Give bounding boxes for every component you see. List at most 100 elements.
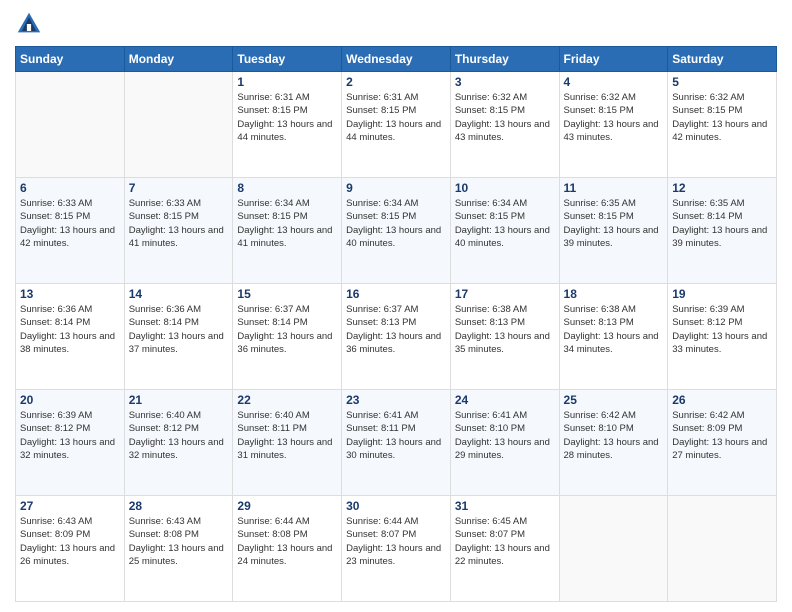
day-info: Sunrise: 6:41 AM Sunset: 8:10 PM Dayligh… [455,409,555,462]
day-number: 31 [455,499,555,513]
calendar-cell-1-0: 6 Sunrise: 6:33 AM Sunset: 8:15 PM Daylig… [16,178,125,284]
day-info: Sunrise: 6:37 AM Sunset: 8:14 PM Dayligh… [237,303,337,356]
calendar-cell-4-6 [668,496,777,602]
calendar-cell-3-5: 25Sunrise: 6:42 AM Sunset: 8:10 PM Dayli… [559,390,668,496]
calendar-cell-0-2: 1Sunrise: 6:31 AM Sunset: 8:15 PM Daylig… [233,72,342,178]
calendar-cell-3-4: 24Sunrise: 6:41 AM Sunset: 8:10 PM Dayli… [450,390,559,496]
calendar-cell-2-5: 18 Sunrise: 6:38 AM Sunset: 8:13 PM Dayli… [559,284,668,390]
calendar-cell-3-3: 23 Sunrise: 6:41 AM Sunset: 8:11 PM Dayli… [342,390,451,496]
calendar-week-1: 6 Sunrise: 6:33 AM Sunset: 8:15 PM Daylig… [16,178,777,284]
day-number: 30 [346,499,446,513]
calendar-cell-4-1: 28Sunrise: 6:43 AM Sunset: 8:08 PM Dayli… [124,496,233,602]
calendar-cell-1-5: 11 Sunrise: 6:35 AM Sunset: 8:15 PM Dayli… [559,178,668,284]
day-info: Sunrise: 6:36 AM Sunset: 8:14 PM Dayligh… [129,303,229,356]
calendar-cell-0-4: 3Sunrise: 6:32 AM Sunset: 8:15 PM Daylig… [450,72,559,178]
day-number: 20 [20,393,120,407]
calendar-cell-4-5 [559,496,668,602]
calendar-cell-3-0: 20 Sunrise: 6:39 AM Sunset: 8:12 PM Dayli… [16,390,125,496]
day-number: 13 [20,287,120,301]
day-number: 22 [237,393,337,407]
day-number: 5 [672,75,772,89]
calendar-cell-0-1 [124,72,233,178]
calendar-cell-4-2: 29Sunrise: 6:44 AM Sunset: 8:08 PM Dayli… [233,496,342,602]
calendar-cell-2-0: 13 Sunrise: 6:36 AM Sunset: 8:14 PM Dayli… [16,284,125,390]
calendar-cell-1-3: 9 Sunrise: 6:34 AM Sunset: 8:15 PM Daylig… [342,178,451,284]
day-info: Sunrise: 6:35 AM Sunset: 8:15 PM Dayligh… [564,197,664,250]
day-info: Sunrise: 6:33 AM Sunset: 8:15 PM Dayligh… [129,197,229,250]
day-info: Sunrise: 6:36 AM Sunset: 8:14 PM Dayligh… [20,303,120,356]
calendar-weekday-saturday: Saturday [668,47,777,72]
day-info: Sunrise: 6:39 AM Sunset: 8:12 PM Dayligh… [20,409,120,462]
calendar-table: SundayMondayTuesdayWednesdayThursdayFrid… [15,46,777,602]
logo [15,10,47,38]
calendar-cell-1-2: 8Sunrise: 6:34 AM Sunset: 8:15 PM Daylig… [233,178,342,284]
day-info: Sunrise: 6:40 AM Sunset: 8:11 PM Dayligh… [237,409,337,462]
day-info: Sunrise: 6:38 AM Sunset: 8:13 PM Dayligh… [455,303,555,356]
day-info: Sunrise: 6:45 AM Sunset: 8:07 PM Dayligh… [455,515,555,568]
calendar-cell-4-4: 31 Sunrise: 6:45 AM Sunset: 8:07 PM Dayli… [450,496,559,602]
calendar-cell-3-2: 22 Sunrise: 6:40 AM Sunset: 8:11 PM Dayli… [233,390,342,496]
calendar-cell-2-2: 15 Sunrise: 6:37 AM Sunset: 8:14 PM Dayli… [233,284,342,390]
calendar-week-4: 27 Sunrise: 6:43 AM Sunset: 8:09 PM Dayli… [16,496,777,602]
day-info: Sunrise: 6:31 AM Sunset: 8:15 PM Dayligh… [346,91,446,144]
day-number: 16 [346,287,446,301]
day-info: Sunrise: 6:43 AM Sunset: 8:09 PM Dayligh… [20,515,120,568]
header [15,10,777,38]
day-number: 25 [564,393,664,407]
calendar-header-row: SundayMondayTuesdayWednesdayThursdayFrid… [16,47,777,72]
calendar-cell-2-4: 17 Sunrise: 6:38 AM Sunset: 8:13 PM Dayli… [450,284,559,390]
logo-icon [15,10,43,38]
day-info: Sunrise: 6:31 AM Sunset: 8:15 PM Dayligh… [237,91,337,144]
day-number: 14 [129,287,229,301]
calendar-cell-4-3: 30 Sunrise: 6:44 AM Sunset: 8:07 PM Dayli… [342,496,451,602]
day-info: Sunrise: 6:39 AM Sunset: 8:12 PM Dayligh… [672,303,772,356]
day-info: Sunrise: 6:33 AM Sunset: 8:15 PM Dayligh… [20,197,120,250]
calendar-cell-0-5: 4Sunrise: 6:32 AM Sunset: 8:15 PM Daylig… [559,72,668,178]
day-info: Sunrise: 6:37 AM Sunset: 8:13 PM Dayligh… [346,303,446,356]
day-info: Sunrise: 6:32 AM Sunset: 8:15 PM Dayligh… [672,91,772,144]
calendar-weekday-monday: Monday [124,47,233,72]
day-info: Sunrise: 6:38 AM Sunset: 8:13 PM Dayligh… [564,303,664,356]
calendar-cell-3-6: 26Sunrise: 6:42 AM Sunset: 8:09 PM Dayli… [668,390,777,496]
calendar-weekday-friday: Friday [559,47,668,72]
calendar-week-2: 13 Sunrise: 6:36 AM Sunset: 8:14 PM Dayli… [16,284,777,390]
calendar-cell-2-3: 16 Sunrise: 6:37 AM Sunset: 8:13 PM Dayli… [342,284,451,390]
day-number: 8 [237,181,337,195]
calendar-cell-2-1: 14 Sunrise: 6:36 AM Sunset: 8:14 PM Dayli… [124,284,233,390]
calendar-cell-1-4: 10Sunrise: 6:34 AM Sunset: 8:15 PM Dayli… [450,178,559,284]
day-info: Sunrise: 6:42 AM Sunset: 8:09 PM Dayligh… [672,409,772,462]
day-number: 7 [129,181,229,195]
day-number: 18 [564,287,664,301]
day-number: 10 [455,181,555,195]
calendar-cell-4-0: 27 Sunrise: 6:43 AM Sunset: 8:09 PM Dayli… [16,496,125,602]
day-number: 23 [346,393,446,407]
calendar-cell-1-1: 7 Sunrise: 6:33 AM Sunset: 8:15 PM Daylig… [124,178,233,284]
day-number: 15 [237,287,337,301]
day-number: 17 [455,287,555,301]
page: SundayMondayTuesdayWednesdayThursdayFrid… [0,0,792,612]
day-info: Sunrise: 6:40 AM Sunset: 8:12 PM Dayligh… [129,409,229,462]
day-info: Sunrise: 6:35 AM Sunset: 8:14 PM Dayligh… [672,197,772,250]
day-info: Sunrise: 6:44 AM Sunset: 8:07 PM Dayligh… [346,515,446,568]
day-number: 27 [20,499,120,513]
calendar-cell-0-3: 2 Sunrise: 6:31 AM Sunset: 8:15 PM Daylig… [342,72,451,178]
calendar-cell-0-6: 5 Sunrise: 6:32 AM Sunset: 8:15 PM Daylig… [668,72,777,178]
calendar-cell-1-6: 12Sunrise: 6:35 AM Sunset: 8:14 PM Dayli… [668,178,777,284]
calendar-cell-0-0 [16,72,125,178]
day-info: Sunrise: 6:32 AM Sunset: 8:15 PM Dayligh… [455,91,555,144]
calendar-weekday-wednesday: Wednesday [342,47,451,72]
calendar-weekday-thursday: Thursday [450,47,559,72]
day-info: Sunrise: 6:34 AM Sunset: 8:15 PM Dayligh… [346,197,446,250]
day-info: Sunrise: 6:44 AM Sunset: 8:08 PM Dayligh… [237,515,337,568]
calendar-weekday-sunday: Sunday [16,47,125,72]
day-info: Sunrise: 6:41 AM Sunset: 8:11 PM Dayligh… [346,409,446,462]
day-number: 21 [129,393,229,407]
day-number: 2 [346,75,446,89]
day-number: 9 [346,181,446,195]
day-number: 19 [672,287,772,301]
day-number: 6 [20,181,120,195]
calendar-cell-3-1: 21 Sunrise: 6:40 AM Sunset: 8:12 PM Dayli… [124,390,233,496]
day-number: 4 [564,75,664,89]
day-number: 11 [564,181,664,195]
day-number: 28 [129,499,229,513]
